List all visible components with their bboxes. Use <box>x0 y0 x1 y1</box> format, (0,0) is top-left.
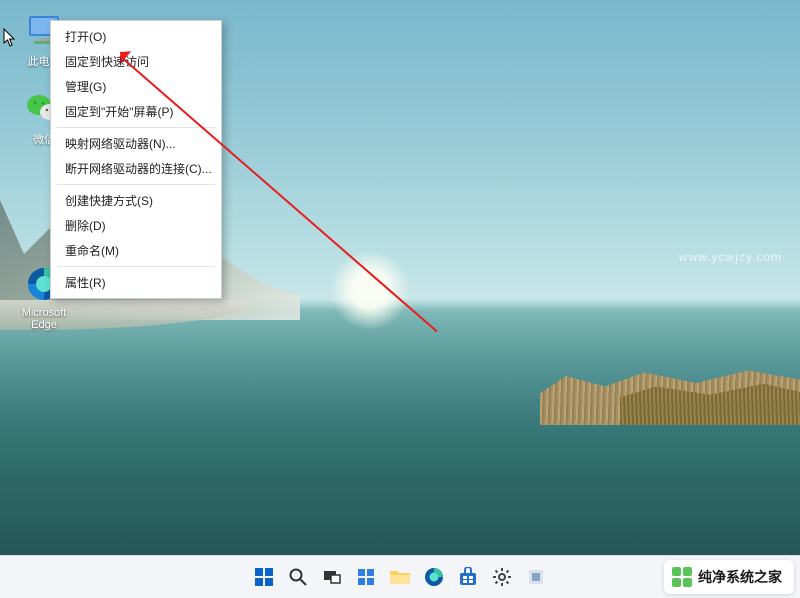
brand-logo-icon <box>672 567 692 587</box>
file-explorer-icon <box>389 567 411 587</box>
ctx-separator <box>57 184 215 185</box>
settings-button[interactable] <box>489 564 515 590</box>
ctx-disconnect-net-drive[interactable]: 断开网络驱动器的连接(C)... <box>51 156 221 181</box>
app-icon <box>526 567 546 587</box>
settings-icon <box>492 567 512 587</box>
ctx-open[interactable]: 打开(O) <box>51 24 221 49</box>
desktop-icon-label: Microsoft Edge <box>12 307 76 331</box>
ctx-rename[interactable]: 重命名(M) <box>51 238 221 263</box>
widgets-icon <box>356 567 376 587</box>
context-menu: 打开(O) 固定到快速访问 管理(G) 固定到"开始"屏幕(P) 映射网络驱动器… <box>50 20 222 299</box>
ctx-create-shortcut[interactable]: 创建快捷方式(S) <box>51 188 221 213</box>
taskview-icon <box>322 567 342 587</box>
ctx-separator <box>57 127 215 128</box>
edge-icon <box>424 567 444 587</box>
widgets-button[interactable] <box>353 564 379 590</box>
desktop[interactable]: 此电脑 微信 Microsoft Edge 打开(O) 固定到快速访问 管理(G… <box>0 0 800 598</box>
store-icon <box>458 567 478 587</box>
search-icon <box>288 567 308 587</box>
store-button[interactable] <box>455 564 481 590</box>
ctx-properties[interactable]: 属性(R) <box>51 270 221 295</box>
ctx-separator <box>57 266 215 267</box>
ctx-map-net-drive[interactable]: 映射网络驱动器(N)... <box>51 131 221 156</box>
watermark-url: www.ycwjzy.com <box>679 250 782 264</box>
start-icon <box>254 567 274 587</box>
start-button[interactable] <box>251 564 277 590</box>
brand-badge: 纯净系统之家 <box>664 560 794 594</box>
search-button[interactable] <box>285 564 311 590</box>
file-explorer-button[interactable] <box>387 564 413 590</box>
ctx-delete[interactable]: 删除(D) <box>51 213 221 238</box>
app-button[interactable] <box>523 564 549 590</box>
brand-text: 纯净系统之家 <box>698 567 782 587</box>
taskview-button[interactable] <box>319 564 345 590</box>
edge-button[interactable] <box>421 564 447 590</box>
ctx-manage[interactable]: 管理(G) <box>51 74 221 99</box>
